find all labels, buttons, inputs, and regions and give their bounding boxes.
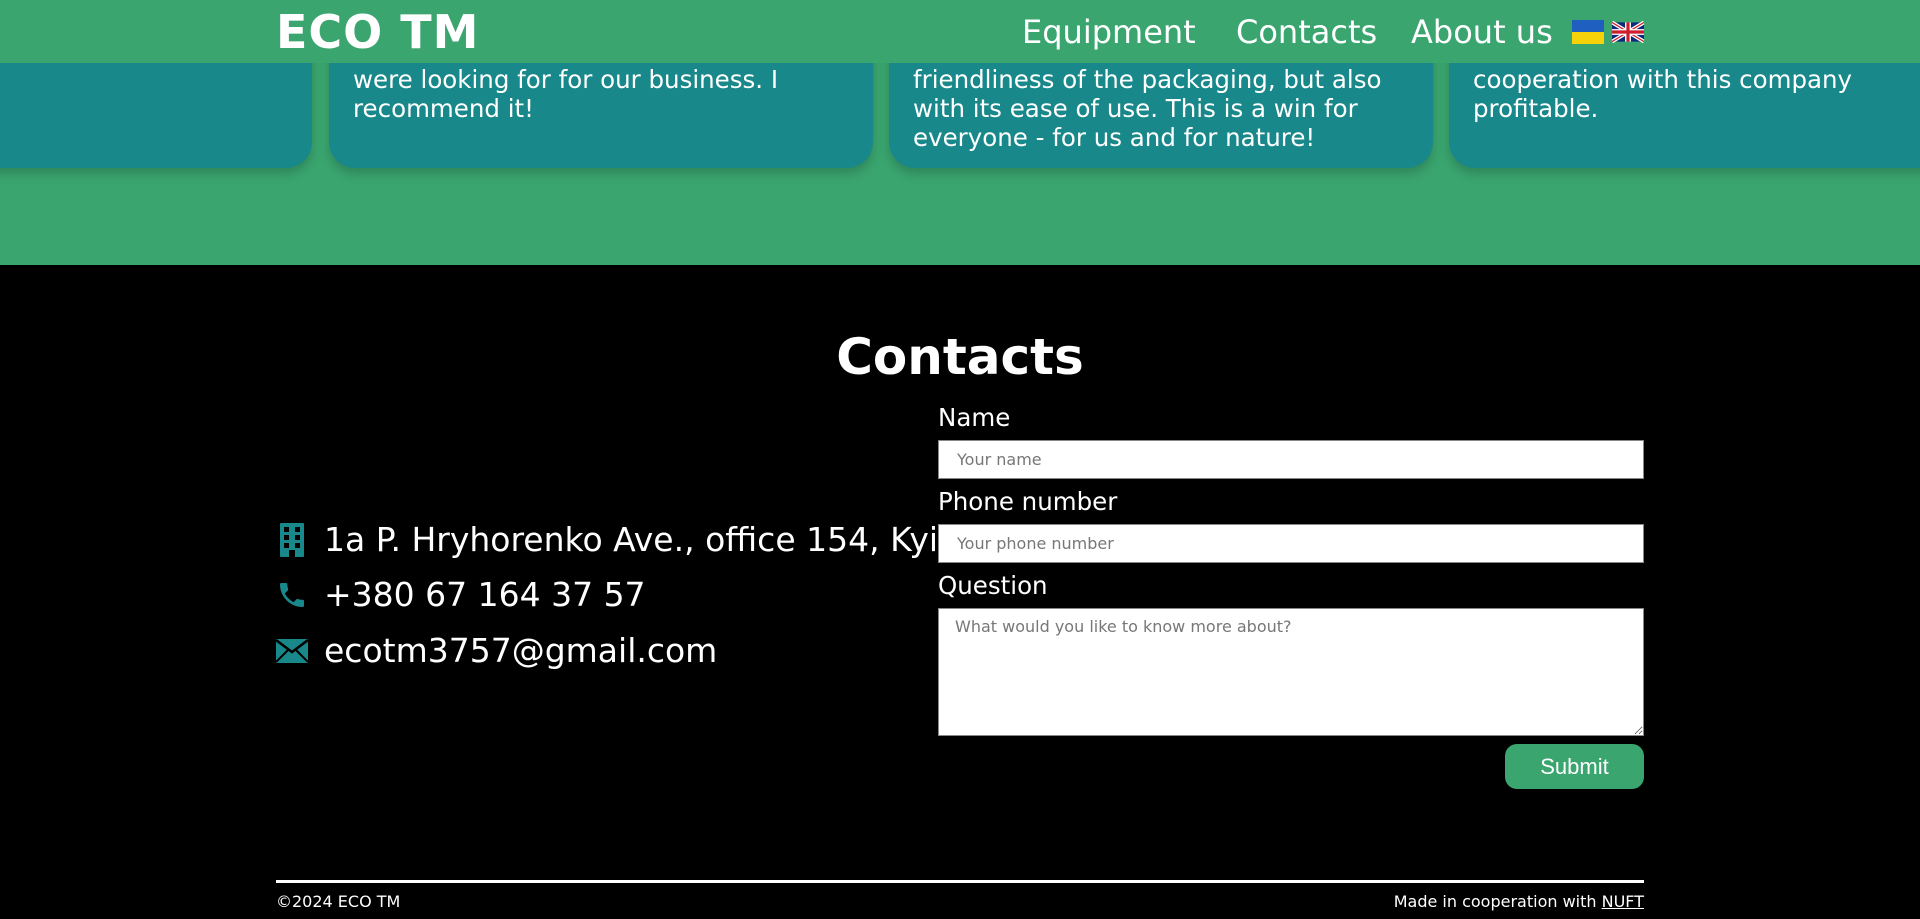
footer-credit: Made in cooperation with NUFT [1394,892,1644,912]
submit-button[interactable]: Submit [1505,744,1644,789]
email-row: ecotm3757@gmail.com [276,631,717,671]
building-icon [276,523,308,557]
ukrainian-flag-icon[interactable] [1572,20,1604,44]
nav-about-us[interactable]: About us [1411,12,1553,52]
site-header: ECO TM Equipment Contacts About us [0,0,1920,63]
british-flag-icon[interactable] [1612,20,1644,44]
testimonial-text: were looking for for our business. I rec… [353,65,779,123]
footer-divider [276,880,1644,883]
name-input[interactable] [938,440,1644,479]
nav-equipment[interactable]: Equipment [1022,12,1196,52]
phone-row: +380 67 164 37 57 [276,575,646,615]
contacts-title: Contacts [836,328,1084,386]
address-text: 1a P. Hryhorenko Ave., office 154, Kyiv [324,520,958,559]
phone-text[interactable]: +380 67 164 37 57 [324,575,646,615]
site-logo[interactable]: ECO TM [276,4,479,60]
footer-made-in-text: Made in cooperation with [1393,892,1597,911]
email-text[interactable]: ecotm3757@gmail.com [324,631,717,671]
testimonial-text: cooperation with this company profitable… [1473,65,1853,123]
phone-input[interactable] [938,524,1644,563]
phone-icon [276,578,308,612]
testimonial-text: friendliness of the packaging, but also … [913,65,1382,152]
envelope-icon [276,634,308,668]
nav-contacts[interactable]: Contacts [1236,12,1377,52]
name-label: Name [938,403,1011,432]
nuft-link[interactable]: NUFT [1602,892,1644,911]
footer-copyright: ©2024 ECO TM [276,892,401,911]
phone-label: Phone number [938,487,1118,516]
address-row: 1a P. Hryhorenko Ave., office 154, Kyiv [276,520,958,560]
question-label: Question [938,571,1048,600]
question-textarea[interactable] [938,608,1644,736]
